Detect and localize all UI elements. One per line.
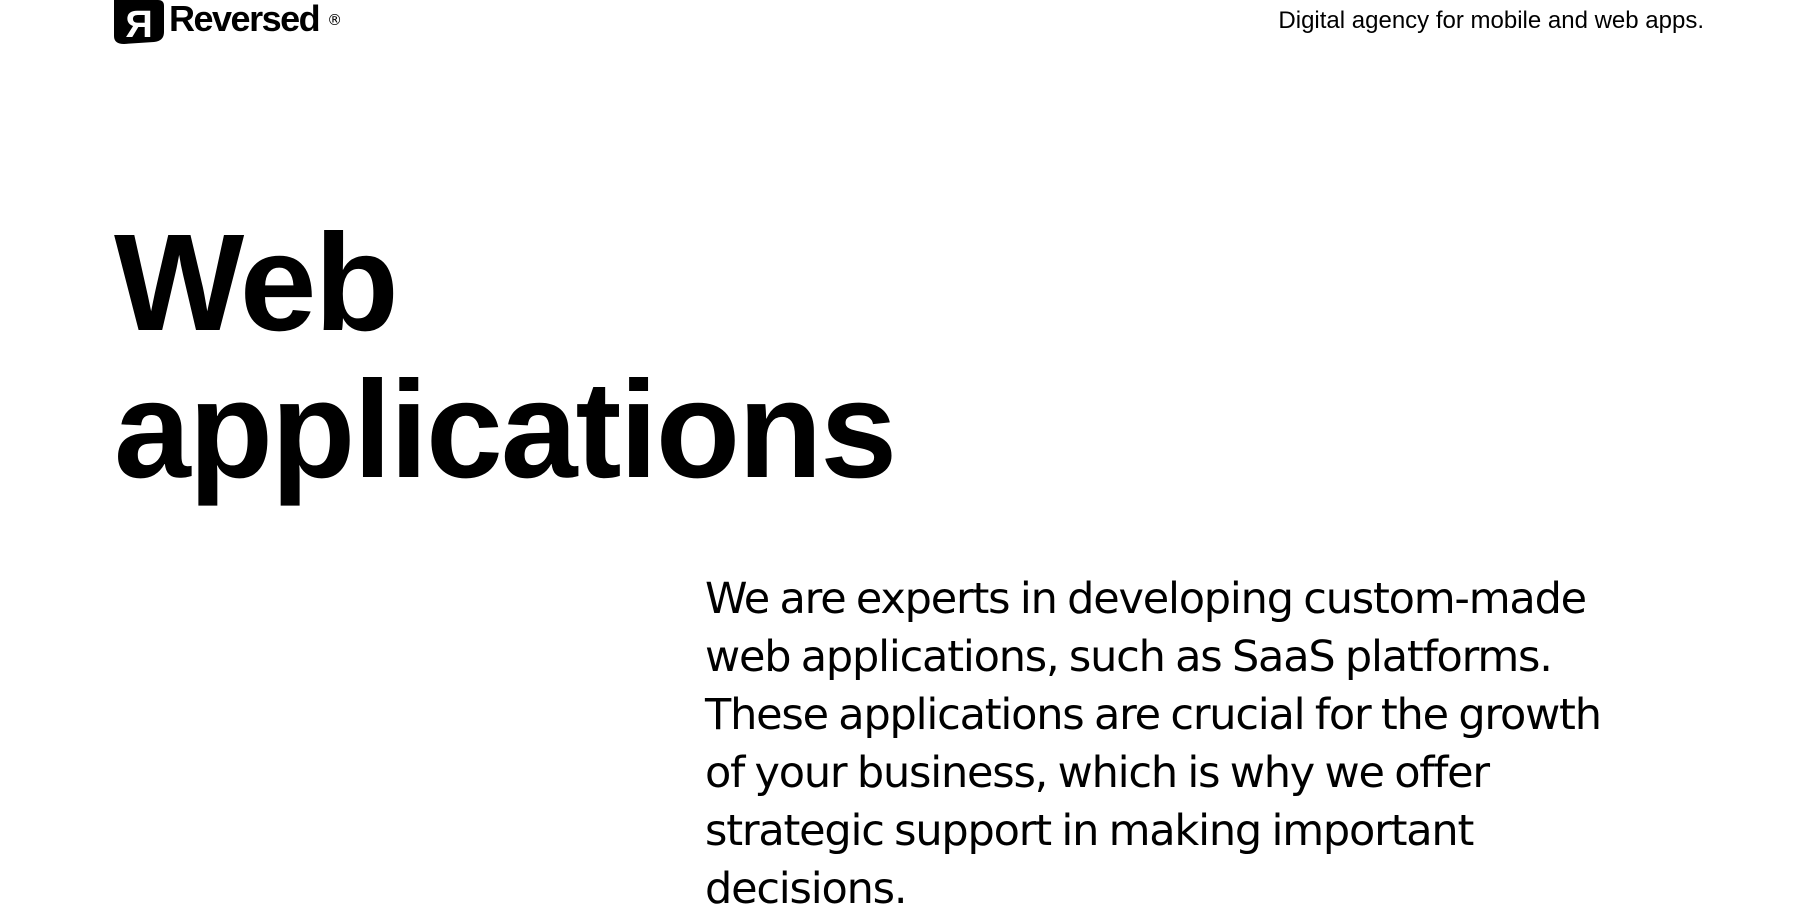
page-title-line-2: applications: [114, 353, 897, 507]
site-header: R Reversed ® Digital agency for mobile a…: [0, 0, 1810, 50]
registered-mark-icon: ®: [327, 10, 343, 29]
brand-name: Reversed: [169, 0, 321, 39]
reversed-r-logo-icon: R: [114, 0, 164, 44]
service-description: We are experts in developing custom-made…: [705, 574, 1602, 914]
page-title-line-1: Web: [114, 206, 399, 360]
brand-home-link[interactable]: R Reversed ®: [114, 0, 342, 44]
page-title: Web applications: [114, 206, 897, 507]
svg-text:R: R: [125, 4, 152, 44]
site-tagline: Digital agency for mobile and web apps.: [1278, 7, 1704, 34]
